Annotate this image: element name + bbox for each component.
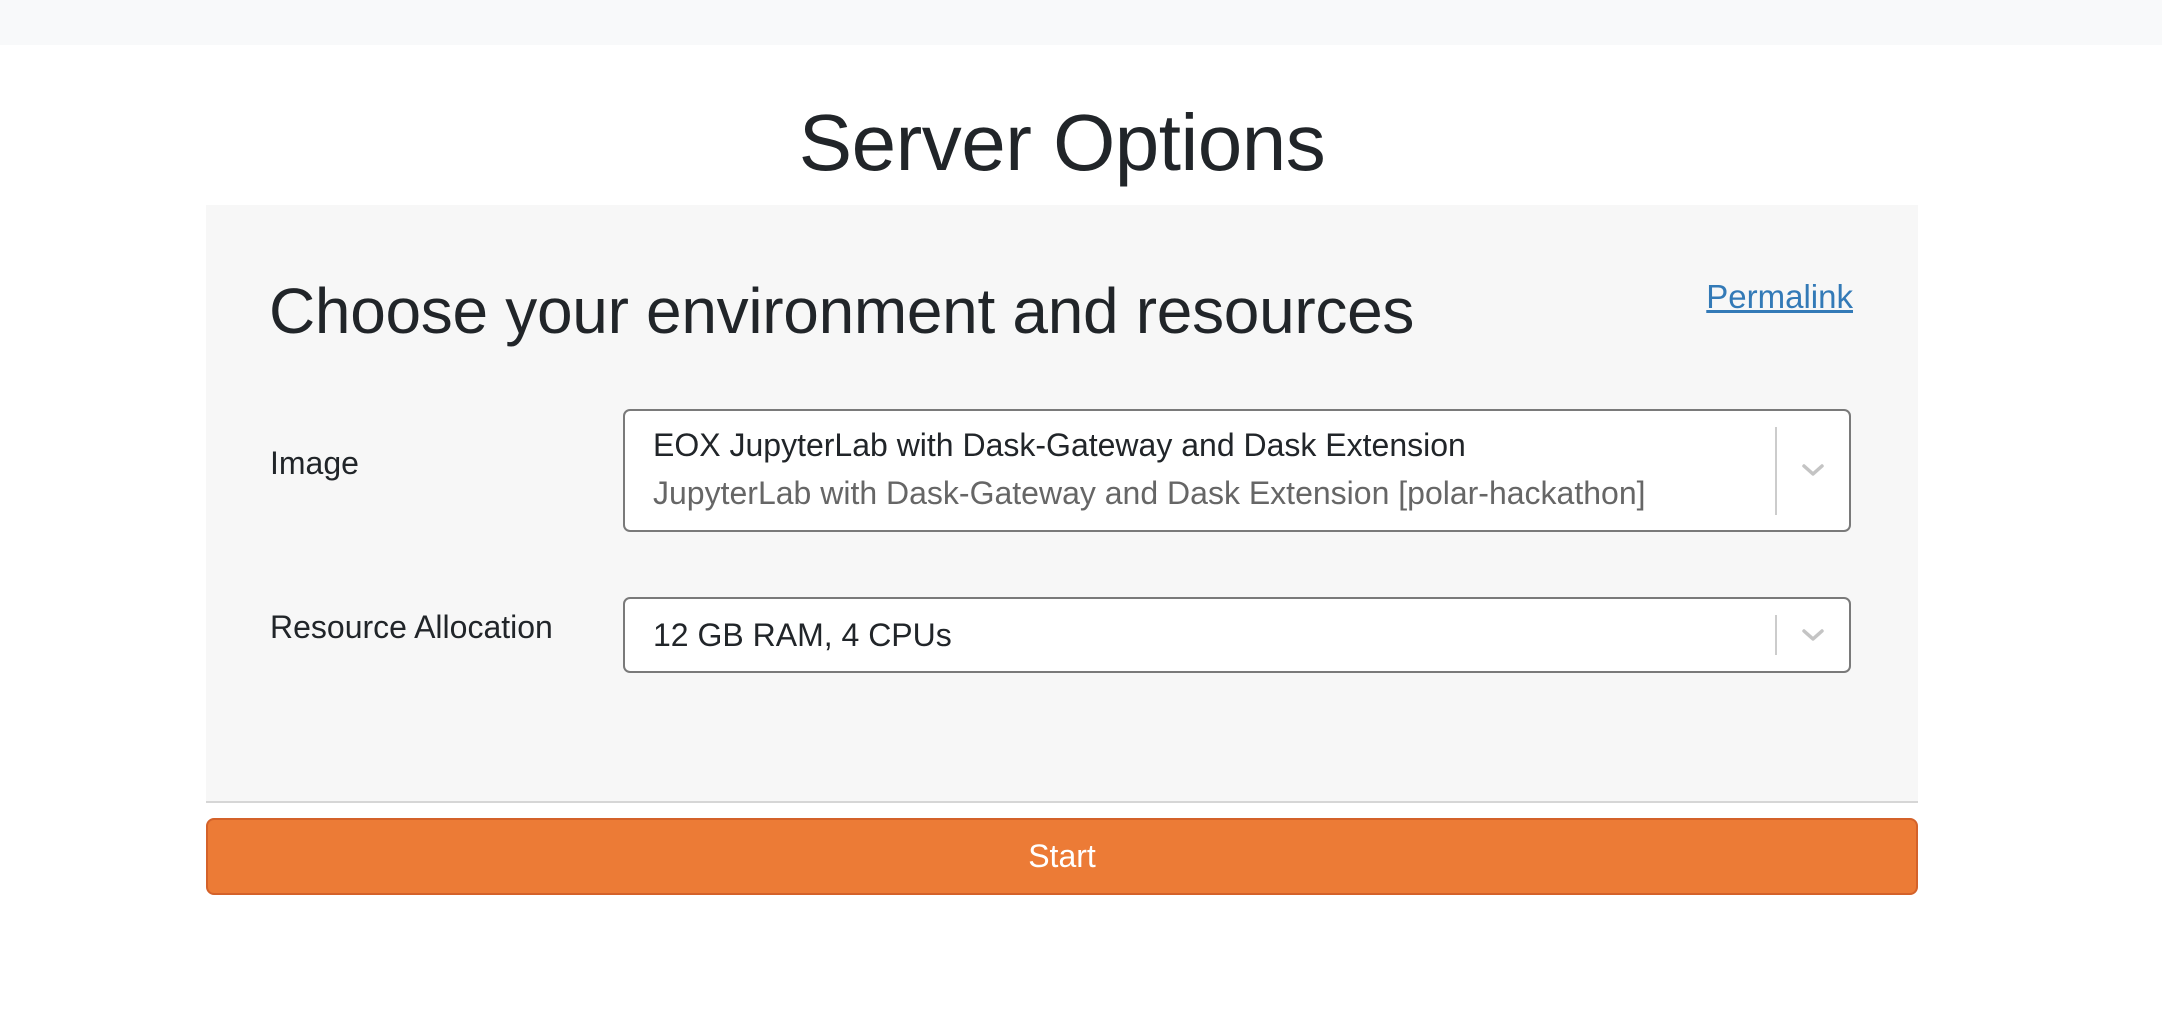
resource-select[interactable]: 12 GB RAM, 4 CPUs xyxy=(623,597,1851,673)
chevron-down-icon[interactable] xyxy=(1799,456,1827,484)
chevron-down-icon[interactable] xyxy=(1799,621,1827,649)
image-select-title: EOX JupyterLab with Dask-Gateway and Das… xyxy=(653,427,1466,463)
select-divider xyxy=(1775,615,1777,655)
permalink-link[interactable]: Permalink xyxy=(1706,277,1853,317)
select-divider xyxy=(1775,427,1777,515)
start-button[interactable]: Start xyxy=(206,818,1918,895)
image-select-description: JupyterLab with Dask-Gateway and Dask Ex… xyxy=(653,475,1646,511)
panel-heading: Choose your environment and resources xyxy=(269,275,1415,347)
resource-select-value: 12 GB RAM, 4 CPUs xyxy=(653,617,952,653)
top-navbar xyxy=(0,0,2162,45)
resource-field-label: Resource Allocation xyxy=(270,609,553,645)
image-field-label: Image xyxy=(270,445,359,481)
options-panel: Choose your environment and resources Pe… xyxy=(206,205,1918,803)
page-title: Server Options xyxy=(798,98,1326,187)
image-select[interactable]: EOX JupyterLab with Dask-Gateway and Das… xyxy=(623,409,1851,532)
